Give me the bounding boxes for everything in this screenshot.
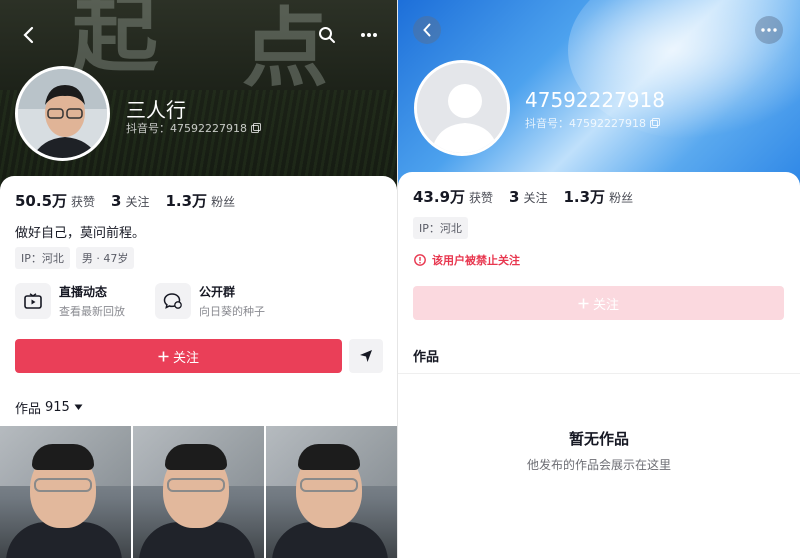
stat-likes[interactable]: 50.5万 获赞 — [15, 190, 95, 211]
video-thumbnail[interactable] — [266, 426, 397, 558]
stat-number: 50.5万 — [15, 192, 68, 210]
ip-tag: IP：河北 — [413, 217, 468, 239]
stat-number: 1.3万 — [165, 192, 208, 210]
stat-number: 43.9万 — [413, 188, 466, 206]
profile-tags: IP：河北 — [413, 217, 468, 239]
follow-banned-warning: 该用户被禁止关注 — [414, 252, 520, 268]
avatar[interactable] — [15, 66, 110, 161]
feature-subtitle: 查看最新回放 — [59, 305, 125, 318]
avatar[interactable] — [414, 60, 510, 156]
douyin-id-row: 抖音号：47592227918 — [525, 115, 660, 131]
plus-icon — [578, 298, 589, 308]
profile-name: 47592227918 — [525, 88, 665, 112]
stat-label: 关注 — [125, 195, 150, 209]
stat-fans[interactable]: 1.3万 粉丝 — [165, 190, 235, 211]
works-tab[interactable]: 作品 — [413, 346, 439, 365]
search-button[interactable] — [314, 22, 340, 48]
stat-label: 关注 — [523, 191, 548, 205]
empty-state-subtitle: 他发布的作品会展示在这里 — [526, 458, 671, 472]
works-grid — [0, 426, 397, 558]
works-label: 作品 — [15, 402, 42, 417]
profile-cover-image: 起 点 三人行 抖音号：47592227918 — [0, 0, 397, 200]
search-icon — [319, 27, 335, 43]
back-button[interactable] — [16, 22, 42, 48]
cover-sign-char: 点 — [242, 0, 328, 99]
profile-name: 三人行 — [126, 98, 186, 122]
works-tab[interactable]: 作品 915 — [15, 398, 83, 417]
copy-icon[interactable] — [649, 118, 660, 128]
live-tv-icon — [15, 283, 51, 319]
profile-panel-left: 起 点 三人行 抖音号：47592227918 50.5万 获赞 3 关注 1.… — [0, 0, 397, 558]
video-thumbnail[interactable] — [0, 426, 131, 558]
cover-sign-char: 起 — [72, 0, 158, 85]
warning-text: 该用户被禁止关注 — [432, 254, 520, 267]
stat-label: 获赞 — [469, 191, 494, 205]
more-button[interactable] — [755, 16, 783, 44]
stats-row: 50.5万 获赞 3 关注 1.3万 粉丝 — [15, 190, 235, 211]
works-count: 915 — [45, 400, 70, 415]
profile-bio: 做好自己，莫问前程。 — [15, 226, 146, 241]
gender-age-tag: 男 · 47岁 — [75, 247, 135, 269]
feature-title: 公开群 — [199, 285, 236, 299]
follow-button-disabled[interactable]: 关注 — [413, 286, 784, 320]
video-thumbnail[interactable] — [133, 426, 264, 558]
back-button[interactable] — [413, 16, 441, 44]
follow-label: 关注 — [172, 350, 199, 366]
profile-tags: IP：河北 男 · 47岁 — [15, 247, 135, 269]
profile-panel-right: 47592227918 抖音号：47592227918 43.9万 获赞 3 关… — [398, 0, 800, 558]
profile-cover-gradient: 47592227918 抖音号：47592227918 — [398, 0, 800, 190]
feature-title: 直播动态 — [59, 285, 108, 299]
stat-fans[interactable]: 1.3万 粉丝 — [563, 186, 633, 207]
stat-number: 3 — [509, 188, 520, 206]
back-icon — [423, 23, 431, 37]
works-divider — [398, 373, 800, 374]
stat-number: 3 — [111, 192, 122, 210]
dropdown-arrow-icon — [74, 404, 83, 410]
follow-button[interactable]: 关注 — [15, 339, 342, 373]
stat-label: 粉丝 — [211, 195, 236, 209]
copy-icon[interactable] — [250, 123, 261, 133]
back-icon — [23, 26, 34, 44]
stat-label: 获赞 — [71, 195, 96, 209]
feature-subtitle: 向日葵的种子 — [199, 305, 265, 318]
more-icon — [761, 28, 777, 32]
feature-group[interactable]: 公开群 向日葵的种子 — [155, 283, 265, 319]
stat-likes[interactable]: 43.9万 获赞 — [413, 186, 493, 207]
more-button[interactable] — [356, 22, 382, 48]
follow-label: 关注 — [592, 297, 619, 313]
stat-following[interactable]: 3 关注 — [111, 192, 149, 210]
feature-live[interactable]: 直播动态 查看最新回放 — [15, 283, 125, 319]
stats-row: 43.9万 获赞 3 关注 1.3万 粉丝 — [413, 186, 633, 207]
default-avatar-icon — [417, 63, 507, 153]
stat-following[interactable]: 3 关注 — [509, 188, 547, 206]
ip-tag: IP：河北 — [15, 247, 70, 269]
douyin-id-row: 抖音号：47592227918 — [126, 120, 261, 136]
douyin-id: 抖音号：47592227918 — [525, 117, 646, 130]
share-button[interactable] — [349, 339, 383, 373]
more-icon — [361, 33, 377, 37]
empty-state-title: 暂无作品 — [568, 430, 629, 448]
share-icon — [360, 350, 372, 362]
stat-number: 1.3万 — [563, 188, 606, 206]
stat-label: 粉丝 — [609, 191, 634, 205]
group-chat-icon — [155, 283, 191, 319]
warning-icon — [414, 254, 426, 266]
douyin-id: 抖音号：47592227918 — [126, 122, 247, 135]
plus-icon — [158, 351, 169, 361]
